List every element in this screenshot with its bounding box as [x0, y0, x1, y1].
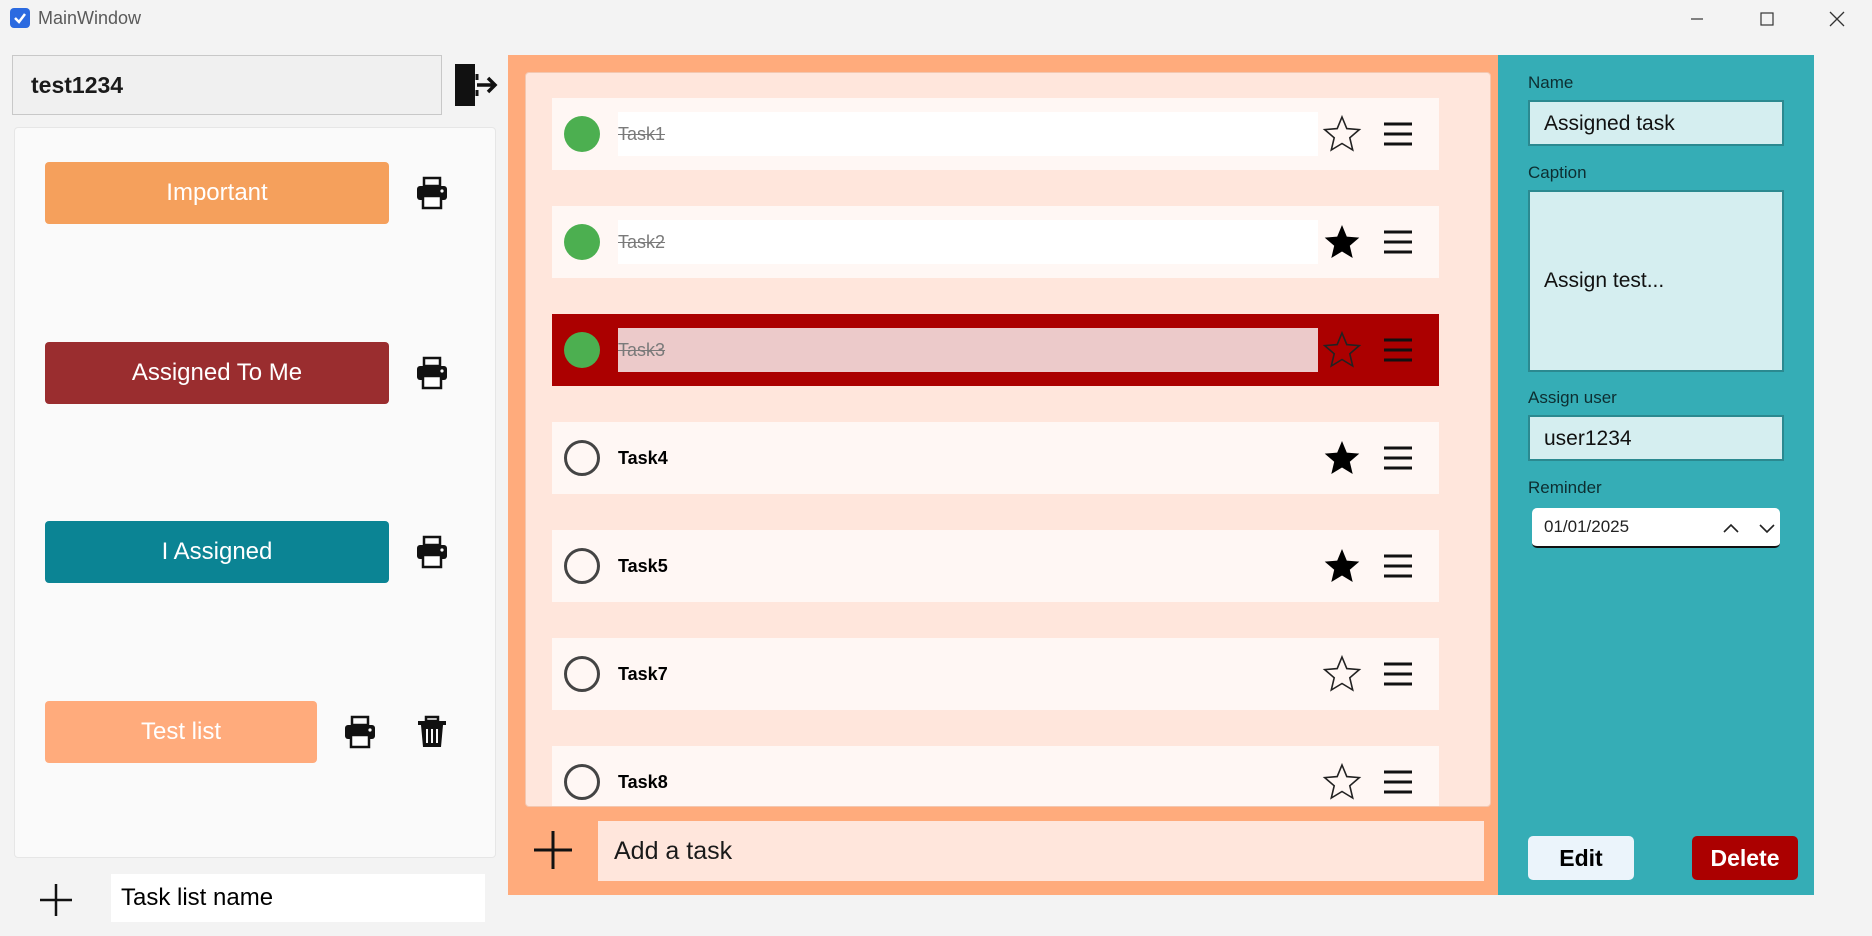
list-label: Test list	[140, 718, 221, 745]
list-label: Important	[166, 179, 268, 206]
menu-icon[interactable]	[1382, 766, 1414, 798]
star-outline-icon[interactable]	[1322, 762, 1362, 802]
menu-icon[interactable]	[1382, 550, 1414, 582]
task-name-field[interactable]: Task1	[618, 112, 1318, 156]
list-label: I Assigned	[161, 538, 273, 565]
name-field[interactable]: Assigned task	[1528, 100, 1784, 146]
list-button-i-assigned[interactable]: I Assigned	[45, 521, 389, 583]
task-row[interactable]: Task4	[552, 422, 1439, 494]
list-label: Assigned To Me	[131, 359, 303, 386]
print-icon[interactable]	[415, 176, 449, 210]
task-row[interactable]: Task8	[552, 746, 1439, 806]
delete-list-icon[interactable]	[415, 715, 449, 749]
star-outline-icon[interactable]	[1322, 114, 1362, 154]
list-name-input[interactable]: Task list name	[111, 874, 485, 922]
delete-button[interactable]: Delete	[1692, 836, 1798, 880]
minimize-button[interactable]	[1662, 0, 1732, 38]
chevron-up-icon[interactable]	[1722, 520, 1740, 534]
task-list[interactable]: Task1 Task2 Task3 Task4 Task5 Task7 Task8	[525, 72, 1491, 807]
menu-icon[interactable]	[1382, 658, 1414, 690]
task-row[interactable]: Task1	[552, 98, 1439, 170]
reminder-label: Reminder	[1528, 478, 1602, 497]
menu-icon[interactable]	[1382, 226, 1414, 258]
task-lists-panel: Important Assigned To Me I Assigned Test…	[14, 127, 496, 858]
user-name-field[interactable]: test1234	[12, 55, 442, 115]
edit-button[interactable]: Edit	[1528, 836, 1634, 880]
assign-user-label: Assign user	[1528, 388, 1617, 407]
logout-icon[interactable]	[451, 60, 501, 110]
caption-text: Assign test...	[1544, 269, 1665, 292]
star-outline-icon[interactable]	[1322, 330, 1362, 370]
task-name: Task5	[618, 555, 668, 576]
task-name-field[interactable]: Task7	[618, 652, 1318, 696]
completed-circle-icon[interactable]	[564, 224, 600, 260]
task-name-field[interactable]: Task4	[618, 436, 1318, 480]
reminder-date: 01/01/2025	[1544, 517, 1630, 536]
completed-circle-icon[interactable]	[564, 332, 600, 368]
incomplete-circle-icon[interactable]	[564, 656, 600, 692]
star-filled-icon[interactable]	[1322, 546, 1362, 586]
menu-icon[interactable]	[1382, 118, 1414, 150]
task-name-field[interactable]: Task2	[618, 220, 1318, 264]
user-name: test1234	[31, 72, 124, 98]
print-icon[interactable]	[415, 535, 449, 569]
caption-field[interactable]: Assign test...	[1528, 190, 1784, 372]
star-filled-icon[interactable]	[1322, 438, 1362, 478]
menu-icon[interactable]	[1382, 334, 1414, 366]
menu-icon[interactable]	[1382, 442, 1414, 474]
caption-label: Caption	[1528, 163, 1587, 182]
incomplete-circle-icon[interactable]	[564, 764, 600, 800]
task-row[interactable]: Task2	[552, 206, 1439, 278]
assign-user-field[interactable]: user1234	[1528, 415, 1784, 461]
task-name-field[interactable]: Task5	[618, 544, 1318, 588]
title-bar: MainWindow	[0, 0, 1872, 38]
task-row[interactable]: Task3	[552, 314, 1439, 386]
task-name: Task3	[618, 339, 666, 360]
maximize-button[interactable]	[1732, 0, 1802, 38]
name-label: Name	[1528, 73, 1574, 92]
reminder-date-picker[interactable]: 01/01/2025	[1532, 508, 1780, 548]
window-title: MainWindow	[38, 8, 142, 28]
tasks-panel: Task1 Task2 Task3 Task4 Task5 Task7 Task8 Add …	[508, 55, 1498, 895]
task-row[interactable]: Task7	[552, 638, 1439, 710]
add-list-icon[interactable]	[38, 882, 74, 918]
task-details-panel: Name Assigned task Caption Assign test..…	[1498, 55, 1814, 895]
task-name-field[interactable]: Task3	[618, 328, 1318, 372]
print-icon[interactable]	[415, 356, 449, 390]
task-name: Task4	[618, 447, 668, 468]
task-name: Task8	[618, 771, 668, 792]
scrollbar[interactable]	[1490, 98, 1491, 758]
star-outline-icon[interactable]	[1322, 654, 1362, 694]
list-button-assigned-to-me[interactable]: Assigned To Me	[45, 342, 389, 404]
task-name-field[interactable]: Task8	[618, 760, 1318, 804]
add-task-input[interactable]: Add a task	[598, 821, 1484, 881]
incomplete-circle-icon[interactable]	[564, 440, 600, 476]
list-button-important[interactable]: Important	[45, 162, 389, 224]
completed-circle-icon[interactable]	[564, 116, 600, 152]
list-button-test-list[interactable]: Test list	[45, 701, 317, 763]
task-name: Task7	[618, 663, 668, 684]
app-checkbox-icon	[10, 8, 30, 28]
star-filled-icon[interactable]	[1322, 222, 1362, 262]
print-icon[interactable]	[343, 715, 377, 749]
add-task-icon[interactable]	[532, 829, 574, 871]
task-row[interactable]: Task5	[552, 530, 1439, 602]
task-name: Task1	[618, 123, 666, 144]
chevron-down-icon[interactable]	[1758, 520, 1776, 534]
incomplete-circle-icon[interactable]	[564, 548, 600, 584]
task-name: Task2	[618, 231, 666, 252]
close-button[interactable]	[1802, 0, 1872, 38]
